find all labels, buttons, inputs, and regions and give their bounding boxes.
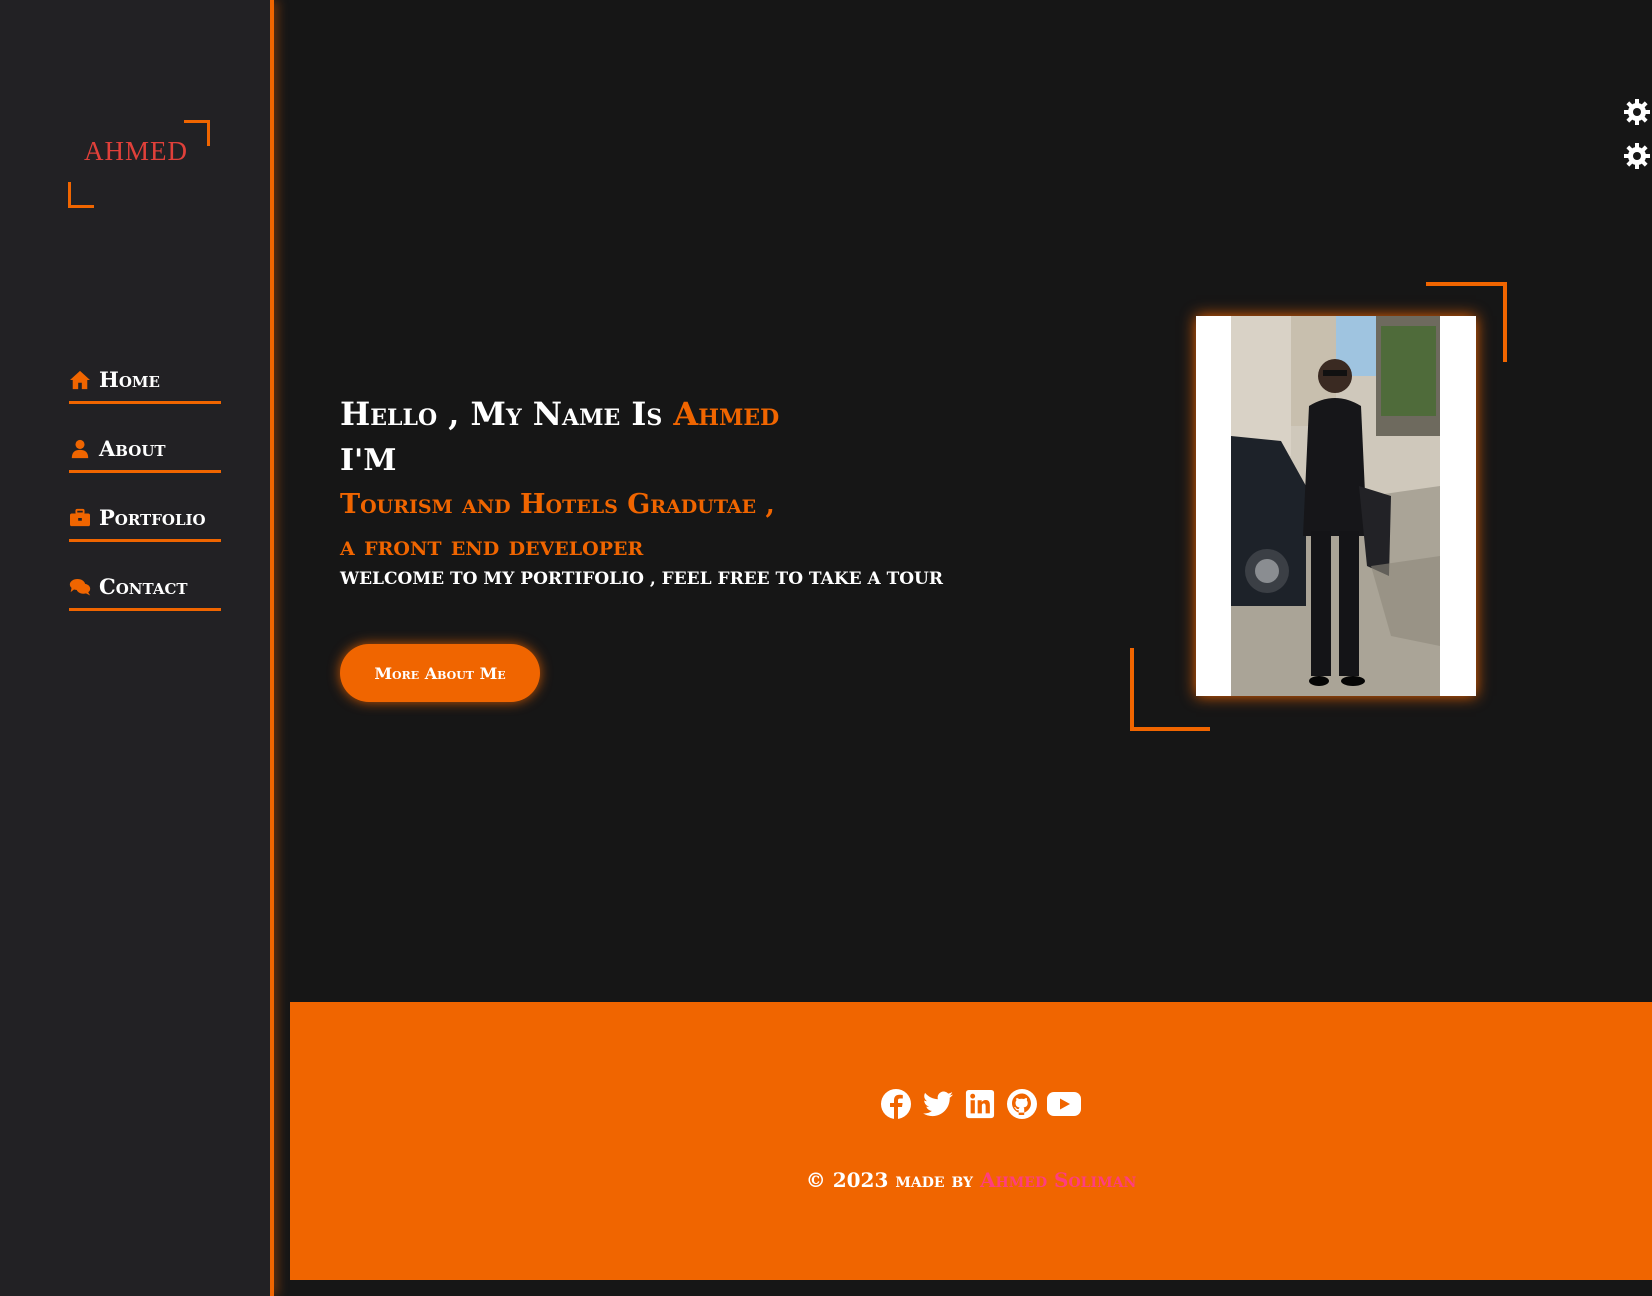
- main-nav: Home About Portfolio Contact: [69, 364, 221, 640]
- logo-text: AHMED: [84, 136, 188, 166]
- footer: © 2023 made by Ahmed Soliman: [290, 1002, 1652, 1280]
- nav-item-contact[interactable]: Contact: [69, 571, 221, 611]
- hero-name: Ahmed: [673, 395, 780, 433]
- hero-section: Hello , My Name Is Ahmed I'm Tourism and…: [340, 390, 1040, 590]
- profile-photo-frame: [1196, 316, 1476, 696]
- linkedin-icon[interactable]: [962, 1086, 998, 1122]
- briefcase-icon: [70, 508, 90, 526]
- hero-role-line-1: Tourism and Hotels Gradutae ,: [340, 489, 775, 520]
- hero-welcome: welcome to my portifolio , feel free to …: [340, 569, 944, 589]
- greeting-text: Hello , My Name Is: [340, 395, 663, 433]
- nav-item-label: Portfolio: [99, 505, 206, 530]
- nav-item-home[interactable]: Home: [69, 364, 221, 404]
- social-links: [878, 1086, 1082, 1122]
- copyright: © 2023 made by Ahmed Soliman: [290, 1168, 1652, 1192]
- home-icon: [70, 370, 90, 389]
- github-icon[interactable]: [1004, 1086, 1040, 1122]
- gear-icon[interactable]: [1622, 97, 1652, 127]
- comments-icon: [69, 578, 91, 595]
- nav-item-portfolio[interactable]: Portfolio: [69, 502, 221, 542]
- copyright-text: © 2023 made by: [805, 1168, 974, 1192]
- hero-im: I'm: [340, 443, 397, 478]
- nav-item-about[interactable]: About: [69, 433, 221, 473]
- nav-item-label: Home: [99, 367, 160, 392]
- profile-photo: [1231, 316, 1440, 696]
- nav-item-label: Contact: [99, 574, 188, 599]
- sidebar: AHMED Home About Portfolio Contact: [0, 0, 274, 1296]
- user-icon: [71, 439, 89, 458]
- author-link[interactable]: Ahmed Soliman: [980, 1168, 1136, 1192]
- facebook-icon[interactable]: [878, 1086, 914, 1122]
- logo[interactable]: AHMED: [66, 120, 210, 208]
- more-about-me-button[interactable]: More About Me: [340, 644, 540, 702]
- hero-greeting: Hello , My Name Is Ahmed: [340, 390, 1040, 438]
- youtube-icon[interactable]: [1046, 1086, 1082, 1122]
- twitter-icon[interactable]: [920, 1086, 956, 1122]
- nav-item-label: About: [99, 436, 166, 461]
- hero-role-line-2: a front end developer: [340, 531, 644, 562]
- logo-corner-decoration: [68, 182, 94, 208]
- gear-icon[interactable]: [1622, 141, 1652, 171]
